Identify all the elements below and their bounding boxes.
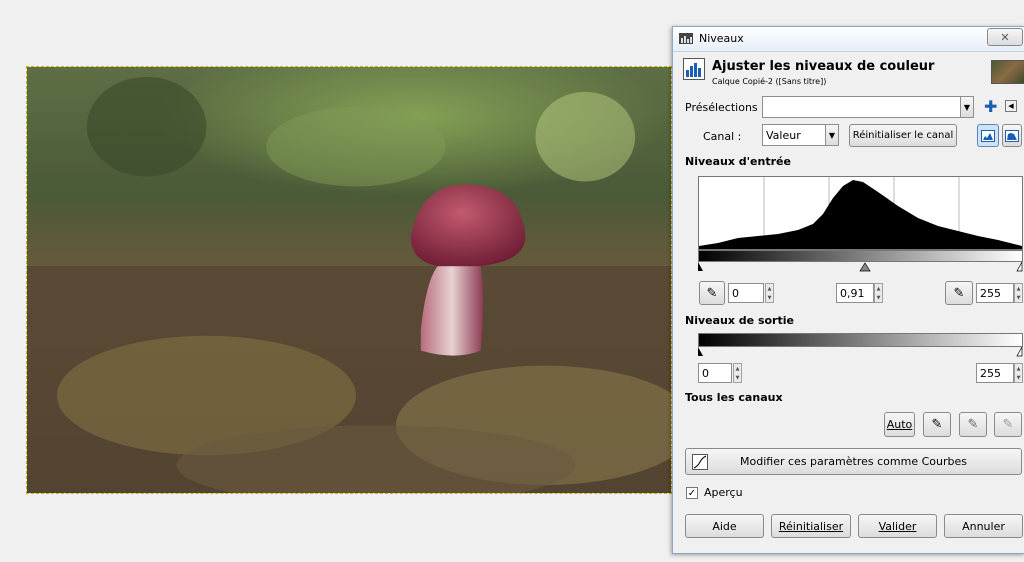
all-channels-title: Tous les canaux <box>685 391 783 404</box>
cancel-label: Annuler <box>962 519 1005 533</box>
levels-app-icon <box>679 33 693 44</box>
mushroom-photo <box>27 67 671 493</box>
input-high-field[interactable]: 255 <box>976 283 1014 303</box>
linear-histogram-icon <box>981 129 995 142</box>
layer-thumbnail <box>991 60 1024 84</box>
curves-button-label: Modifier ces paramètres comme Courbes <box>740 455 967 468</box>
chevron-down-icon: ▼ <box>828 130 836 140</box>
pick-gray-button[interactable]: ✎ <box>959 412 987 437</box>
output-high-value: 255 <box>980 366 1001 380</box>
ok-label: Valider <box>878 519 917 533</box>
input-sliders[interactable] <box>698 262 1023 272</box>
black-point-picker-button[interactable]: ✎ <box>699 281 725 305</box>
help-button[interactable]: Aide <box>685 514 764 538</box>
output-levels-title: Niveaux de sortie <box>685 314 794 327</box>
output-sliders[interactable] <box>698 347 1023 357</box>
reset-channel-button[interactable]: Réinitialiser le canal <box>849 124 957 147</box>
input-gamma-field[interactable]: 0,91 <box>836 283 874 303</box>
white-point-picker-button[interactable]: ✎ <box>945 281 973 305</box>
eyedropper-icon: ✎ <box>967 417 979 432</box>
input-levels-title: Niveaux d'entrée <box>685 155 791 168</box>
output-high-field[interactable]: 255 <box>976 363 1014 383</box>
pick-white-button[interactable]: ✎ <box>994 412 1022 437</box>
reset-button[interactable]: Réinitialiser <box>771 514 851 538</box>
input-low-value: 0 <box>732 286 739 300</box>
output-gradient-bar <box>698 333 1023 347</box>
input-low-field[interactable]: 0 <box>728 283 764 303</box>
ok-button[interactable]: Valider <box>858 514 937 538</box>
presets-dropdown-button[interactable]: ▼ <box>960 96 974 118</box>
channel-combo[interactable]: Valeur <box>762 124 827 146</box>
close-icon: ✕ <box>1000 30 1010 44</box>
output-high-slider[interactable] <box>1016 347 1023 357</box>
chevron-down-icon: ▼ <box>963 102 971 112</box>
levels-dialog: Niveaux ✕ Ajuster les niveaux de couleur… <box>672 26 1024 554</box>
levels-header-icon <box>683 58 705 80</box>
header-subtitle: Calque Copié-2 ([Sans titre]) <box>712 77 827 86</box>
linear-histogram-button[interactable] <box>977 124 999 147</box>
input-low-spinner[interactable]: ▲ ▼ <box>765 283 774 303</box>
window-title: Niveaux <box>699 32 744 45</box>
presets-label: Présélections : <box>685 101 765 114</box>
check-icon: ✓ <box>687 487 697 499</box>
eyedropper-icon: ✎ <box>706 285 718 301</box>
input-histogram <box>698 176 1023 250</box>
output-low-spinner[interactable]: ▲ ▼ <box>733 363 742 383</box>
edit-as-curves-button[interactable]: Modifier ces paramètres comme Courbes <box>685 448 1022 475</box>
eyedropper-icon: ✎ <box>931 417 943 432</box>
output-high-spinner[interactable]: ▲ ▼ <box>1014 363 1023 383</box>
eyedropper-icon: ✎ <box>1002 417 1014 432</box>
preview-label: Aperçu <box>704 486 743 499</box>
channel-dropdown-button[interactable]: ▼ <box>825 124 839 146</box>
input-low-slider[interactable] <box>698 262 703 271</box>
cancel-button[interactable]: Annuler <box>944 514 1023 538</box>
input-gamma-spinner[interactable]: ▲ ▼ <box>874 283 883 303</box>
image-canvas[interactable] <box>26 66 672 494</box>
output-low-field[interactable]: 0 <box>698 363 732 383</box>
log-histogram-button[interactable] <box>1002 124 1022 147</box>
input-high-value: 255 <box>980 286 1001 300</box>
curves-icon <box>692 454 708 470</box>
input-gamma-slider[interactable] <box>859 262 871 272</box>
input-gradient-bar <box>698 250 1023 262</box>
preview-checkbox[interactable]: ✓ <box>686 487 698 499</box>
channel-label: Canal : <box>703 130 742 143</box>
plus-icon[interactable]: ✚ <box>984 97 997 116</box>
log-histogram-icon <box>1005 129 1019 142</box>
menu-arrow-icon[interactable]: ◀ <box>1005 100 1017 112</box>
presets-combo[interactable] <box>762 96 962 118</box>
eyedropper-icon: ✎ <box>953 285 965 301</box>
auto-label: Auto <box>886 418 913 431</box>
input-high-spinner[interactable]: ▲ ▼ <box>1014 283 1023 303</box>
header-title: Ajuster les niveaux de couleur <box>712 59 935 74</box>
close-button[interactable]: ✕ <box>987 28 1023 46</box>
output-low-value: 0 <box>702 366 709 380</box>
input-high-slider[interactable] <box>1016 262 1023 272</box>
dialog-titlebar[interactable]: Niveaux ✕ <box>673 27 1024 52</box>
help-label: Aide <box>712 519 737 533</box>
channel-value: Valeur <box>766 128 801 142</box>
auto-button[interactable]: Auto <box>884 412 915 437</box>
reset-label: Réinitialiser <box>778 519 844 533</box>
reset-channel-label: Réinitialiser le canal <box>852 130 954 141</box>
output-low-slider[interactable] <box>698 347 703 356</box>
input-gamma-value: 0,91 <box>840 286 865 300</box>
pick-black-button[interactable]: ✎ <box>923 412 951 437</box>
